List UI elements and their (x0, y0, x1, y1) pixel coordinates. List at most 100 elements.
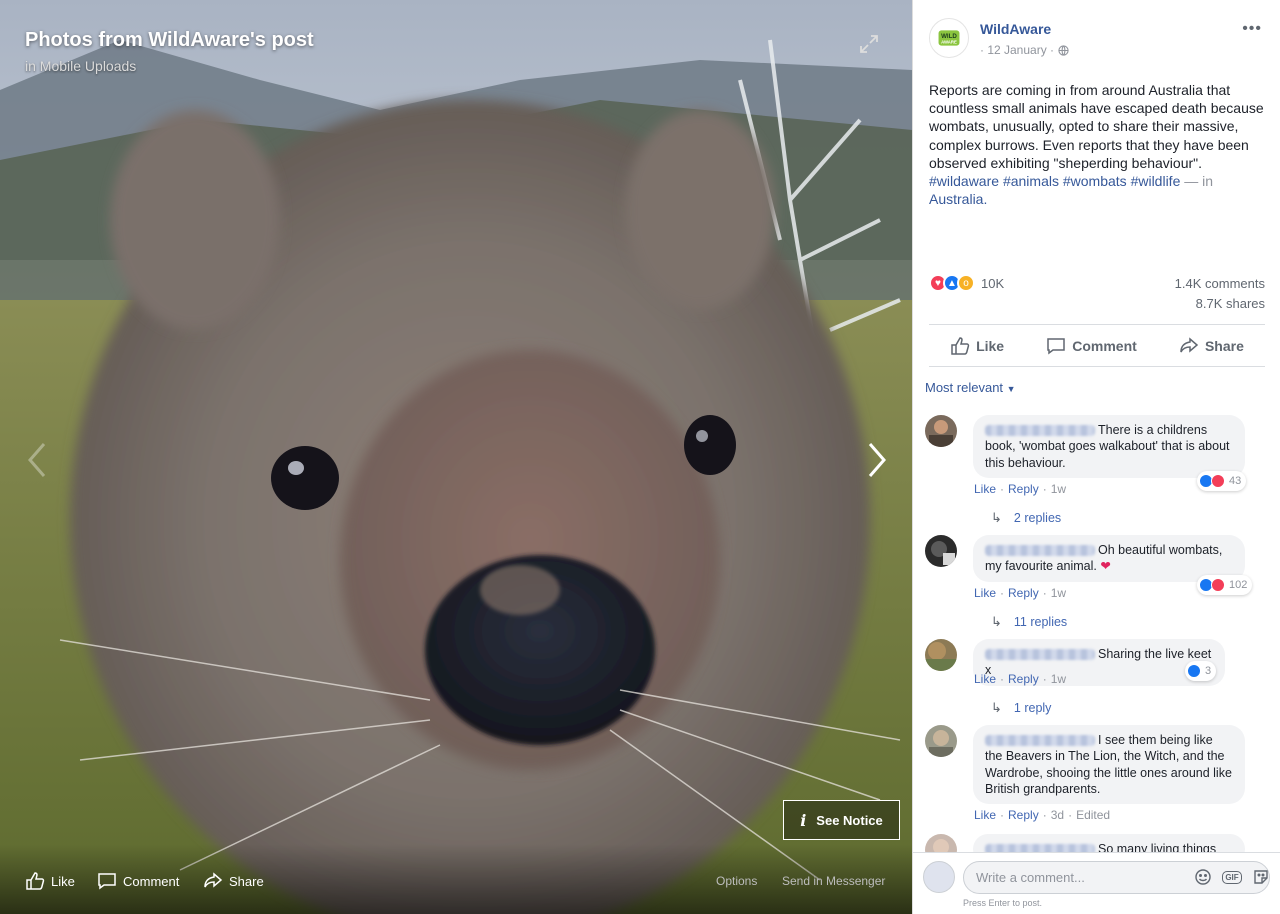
avatar[interactable] (925, 639, 957, 671)
wildaware-logo[interactable]: WILD AWARE (929, 18, 969, 58)
share-button[interactable]: Share (1179, 336, 1244, 356)
photo-comment-button[interactable]: Comment (97, 871, 179, 891)
photo-share-label: Share (229, 873, 264, 889)
replies-label: 2 replies (1013, 511, 1062, 525)
avatar[interactable] (925, 535, 957, 567)
thumbs-up-icon (951, 337, 970, 355)
comment-meta: Like · Reply · 1w (974, 672, 1067, 686)
comment-like-link[interactable]: Like (974, 482, 996, 496)
previous-photo-icon[interactable] (22, 440, 52, 480)
see-notice-label: See Notice (816, 812, 883, 828)
hashtag-link[interactable]: #wombats (1063, 173, 1127, 189)
wow-reaction-icon: o (957, 274, 975, 292)
comment-label: Comment (1072, 338, 1137, 354)
gif-icon[interactable]: GIF (1222, 868, 1242, 886)
avatar[interactable] (925, 725, 957, 757)
post-meta: · 12 January · (980, 43, 1069, 57)
photo-stage: Photos from WildAware's post in Mobile U… (0, 0, 912, 914)
comment-reactions[interactable]: 3 (1185, 661, 1217, 681)
divider (929, 366, 1265, 367)
comment-reaction-count: 43 (1229, 475, 1242, 487)
location-link[interactable]: Australia. (929, 191, 987, 207)
album-link[interactable]: in Mobile Uploads (25, 58, 136, 74)
comment-reply-link[interactable]: Reply (1008, 482, 1039, 496)
comment-meta: Like · Reply · 1w (974, 586, 1067, 600)
replies-label: 1 reply (1013, 701, 1052, 715)
comment-meta: Like · Reply · 1w (974, 482, 1067, 496)
hashtag-link[interactable]: #wildlife (1131, 173, 1181, 189)
comment-time[interactable]: 3d (1051, 808, 1064, 822)
commenter-name[interactable] (985, 735, 1095, 747)
comment-bubble: There is a childrens book, 'wombat goes … (973, 415, 1245, 478)
post-body: Reports are coming in from around Austra… (929, 81, 1265, 208)
comment-icon (1047, 338, 1065, 355)
comment-reactions[interactable]: 102 (1197, 575, 1253, 595)
comment-time[interactable]: 1w (1051, 586, 1066, 600)
thumbs-up-icon (26, 872, 45, 890)
share-icon (1180, 337, 1199, 353)
heart-emoji-icon: ❤ (1100, 559, 1111, 574)
commenter-name[interactable] (985, 545, 1095, 557)
comment-reaction-count: 102 (1229, 579, 1248, 591)
comment-time[interactable]: 1w (1051, 482, 1066, 496)
see-notice-button[interactable]: i See Notice (783, 800, 900, 840)
photo-comment-label: Comment (123, 873, 180, 889)
reply-arrow-icon: ↳ (991, 700, 1002, 715)
view-replies-link[interactable]: ↳ 2 replies (991, 510, 1061, 526)
like-label: Like (976, 338, 1005, 354)
comment-like-link[interactable]: Like (974, 672, 996, 686)
next-photo-icon[interactable] (862, 440, 892, 480)
photo-viewer-title: Photos from WildAware's post (25, 29, 314, 51)
comments-count-link[interactable]: 1.4K comments (1175, 276, 1265, 291)
like-button[interactable]: Like (950, 336, 1004, 356)
options-link[interactable]: Options (716, 874, 757, 888)
send-in-messenger-link[interactable]: Send in Messenger (782, 874, 885, 888)
press-enter-hint: Press Enter to post. (963, 898, 1043, 908)
reply-arrow-icon: ↳ (991, 510, 1002, 525)
comment-time[interactable]: 1w (1051, 672, 1066, 686)
avatar[interactable] (925, 415, 957, 447)
wombat-photo[interactable] (0, 0, 912, 914)
comment-reply-link[interactable]: Reply (1008, 586, 1039, 600)
reactions-summary[interactable]: ♥ ▲ o 10K (929, 274, 1004, 292)
view-replies-link[interactable]: ↳ 11 replies (991, 614, 1067, 630)
hashtag-link[interactable]: #wildaware (929, 173, 999, 189)
comment-like-link[interactable]: Like (974, 808, 996, 822)
comment-meta: Like · Reply · 3d · Edited (974, 808, 1111, 822)
share-label: Share (1204, 338, 1244, 354)
commenter-name[interactable] (985, 425, 1095, 437)
post-body-text: Reports are coming in from around Austra… (929, 82, 1264, 171)
shares-count-link[interactable]: 8.7K shares (1196, 296, 1265, 311)
reply-arrow-icon: ↳ (991, 614, 1002, 629)
comment-reply-link[interactable]: Reply (1008, 672, 1039, 686)
post-date[interactable]: · 12 January · (980, 43, 1054, 57)
expand-icon[interactable] (858, 33, 880, 55)
emoji-icon[interactable] (1194, 868, 1212, 886)
like-reaction-icon (1187, 664, 1201, 678)
comment-sort-label: Most relevant (925, 380, 1004, 395)
comment-edited[interactable]: Edited (1076, 808, 1110, 822)
comment-button[interactable]: Comment (1046, 336, 1137, 356)
photo-like-button[interactable]: Like (25, 871, 75, 891)
view-replies-link[interactable]: ↳ 1 reply (991, 700, 1051, 716)
replies-label: 11 replies (1013, 615, 1068, 629)
photo-share-button[interactable]: Share (203, 871, 264, 891)
divider (929, 324, 1265, 325)
post-header: WILD AWARE WildAware · 12 January · ••• (929, 16, 1268, 64)
comment-sort-dropdown[interactable]: Most relevant ▼ (925, 380, 1016, 395)
sticker-icon[interactable] (1252, 868, 1270, 886)
hashtag-link[interactable]: #animals (1003, 173, 1059, 189)
comment-reaction-count: 3 (1205, 665, 1212, 677)
comment-reply-link[interactable]: Reply (1008, 808, 1039, 822)
reactions-count: 10K (981, 275, 1005, 291)
comment-like-link[interactable]: Like (974, 586, 996, 600)
commenter-name[interactable] (985, 649, 1095, 661)
comment-reactions[interactable]: 43 (1197, 471, 1247, 491)
post-actions: Like Comment Share (929, 326, 1265, 366)
share-icon (204, 872, 223, 888)
caret-down-icon: ▼ (1006, 384, 1016, 394)
more-options-icon[interactable]: ••• (1242, 20, 1262, 38)
page-name-link[interactable]: WildAware (980, 21, 1051, 37)
photo-viewer: Photos from WildAware's post in Mobile U… (0, 0, 1280, 914)
comment-bubble: I see them being like the Beavers in The… (973, 725, 1245, 805)
